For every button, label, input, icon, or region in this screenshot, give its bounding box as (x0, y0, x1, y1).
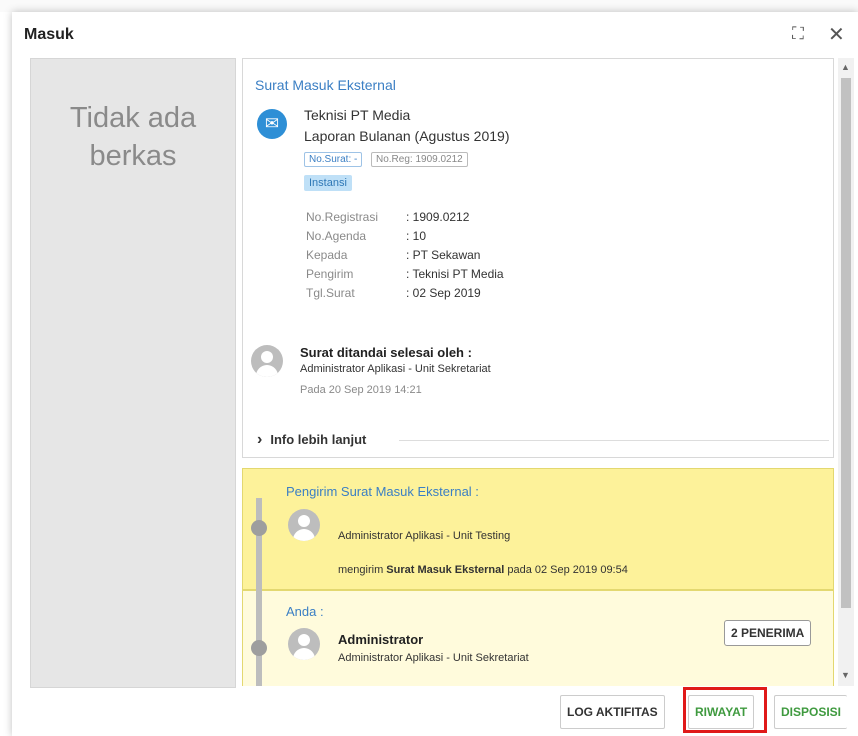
scroll-up-icon[interactable]: ▲ (841, 62, 850, 72)
scrollbar[interactable]: ▲ ▼ (838, 58, 854, 686)
divider (399, 440, 829, 441)
no-file-message: Tidak ada berkas (69, 102, 197, 172)
file-preview-panel: Tidak ada berkas (30, 58, 236, 688)
meta-row: Kepada: PT Sekawan (306, 248, 481, 262)
letter-card: Surat Masuk Eksternal ✉ Teknisi PT Media… (242, 58, 834, 458)
avatar (251, 345, 283, 377)
letter-type: Surat Masuk Eksternal (255, 77, 396, 93)
more-info-toggle[interactable]: › Info lebih lanjut (257, 431, 366, 449)
history-title: Pengirim Surat Masuk Eksternal : (286, 484, 479, 499)
meta-row: Pengirim: Teknisi PT Media (306, 267, 504, 281)
detail-scroll-area[interactable]: Surat Masuk Eksternal ✉ Teknisi PT Media… (242, 58, 836, 686)
tag-no-reg: No.Reg: 1909.0212 (371, 152, 468, 167)
recipients-button[interactable]: 2 PENERIMA (724, 620, 812, 646)
backdrop (0, 0, 858, 12)
dialog-title: Masuk (24, 26, 74, 43)
expand-icon[interactable]: ⛶ (792, 24, 804, 44)
chevron-right-icon: › (257, 431, 263, 448)
history-title: Anda : (286, 604, 324, 619)
meta-row: No.Registrasi: 1909.0212 (306, 210, 470, 224)
history-name: Administrator (338, 632, 424, 647)
log-activity-button[interactable]: LOG AKTIFITAS (560, 695, 665, 729)
mail-icon: ✉ (257, 109, 287, 139)
disposition-button[interactable]: DISPOSISI (774, 695, 848, 729)
done-by: Administrator Aplikasi - Unit Sekretaria… (300, 363, 491, 375)
history-who: Administrator Aplikasi - Unit Sekretaria… (338, 652, 529, 664)
done-title: Surat ditandai selesai oleh : (300, 345, 472, 360)
tag-instansi: Instansi (304, 175, 352, 191)
done-date: Pada 20 Sep 2019 14:21 (300, 384, 422, 396)
timeline-dot (251, 520, 267, 536)
history-who: Administrator Aplikasi - Unit Testing (338, 530, 511, 542)
scroll-thumb[interactable] (841, 78, 851, 608)
highlight-box (683, 687, 767, 733)
history-action: mengirim Surat Masuk Eksternal pada 02 S… (338, 564, 628, 576)
letter-subject: Laporan Bulanan (Agustus 2019) (304, 128, 510, 144)
letter-sender: Teknisi PT Media (304, 107, 411, 123)
scroll-down-icon[interactable]: ▼ (841, 670, 850, 680)
tag-no-surat: No.Surat: - (304, 152, 363, 167)
meta-row: Tgl.Surat: 02 Sep 2019 (306, 286, 481, 300)
avatar (288, 628, 320, 660)
timeline-dot (251, 640, 267, 656)
avatar (288, 509, 320, 541)
close-icon[interactable]: ✕ (828, 22, 845, 47)
meta-row: No.Agenda: 10 (306, 229, 427, 243)
